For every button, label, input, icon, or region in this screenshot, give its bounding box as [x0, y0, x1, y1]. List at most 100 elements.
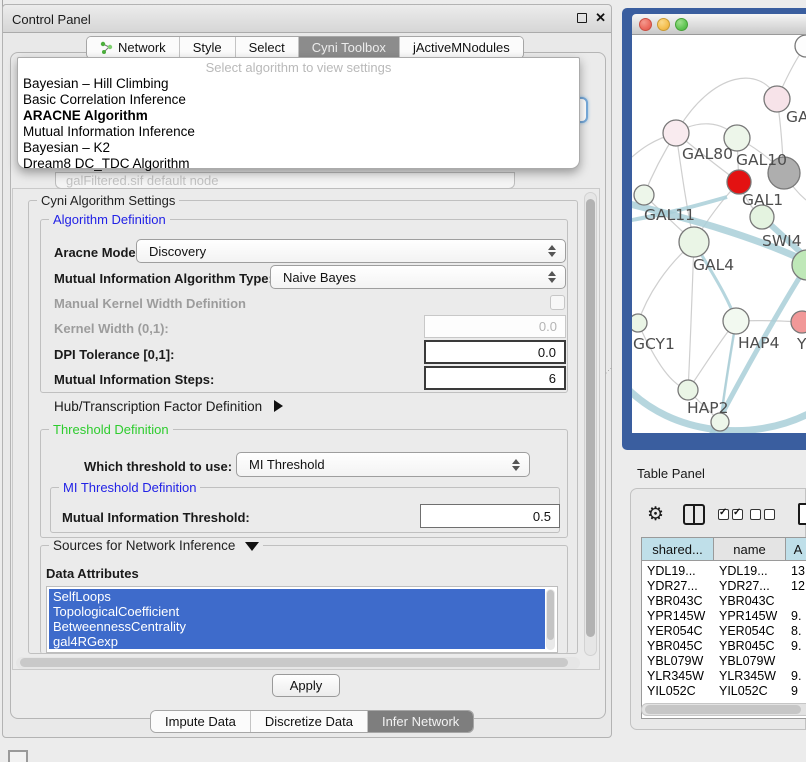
table-cell[interactable]: YER054C: [642, 624, 714, 639]
table-cell[interactable]: 9.: [786, 609, 806, 624]
dpi-tolerance-input[interactable]: 0.0: [424, 340, 566, 364]
table-cell[interactable]: YPR145W: [642, 609, 714, 624]
dropdown-item-dream8[interactable]: Dream8 DC_TDC Algorithm: [22, 156, 575, 172]
table-cell[interactable]: YDR27...: [642, 579, 714, 594]
tab-network[interactable]: Network: [87, 37, 179, 58]
mi-threshold-input[interactable]: 0.5: [420, 504, 560, 528]
tab-discretize-data[interactable]: Discretize Data: [250, 711, 367, 732]
select-all-columns-icon[interactable]: [718, 509, 743, 520]
network-window-titlebar[interactable]: [632, 14, 806, 35]
hub-definition-toggle[interactable]: Hub/Transcription Factor Definition: [54, 399, 283, 414]
tab-jactivemnodules[interactable]: jActiveMNodules: [399, 37, 523, 58]
attribute-item-betweennesscentrality[interactable]: BetweennessCentrality: [49, 619, 545, 634]
node-salmon[interactable]: [791, 311, 806, 333]
tab-style[interactable]: Style: [179, 37, 235, 58]
manual-kernel-checkbox[interactable]: [550, 295, 565, 310]
table-cell[interactable]: YBR043C: [642, 594, 714, 609]
dropdown-item-basic-correlation[interactable]: Basic Correlation Inference: [22, 92, 575, 108]
table-cell[interactable]: YIL052C: [642, 684, 714, 699]
control-panel-titlebar[interactable]: Control Panel ✕: [3, 5, 611, 33]
table-cell[interactable]: 9.: [786, 669, 806, 684]
network-graph[interactable]: GALGAL80GAL10GAL1GAL11SWI4GAL4GCY1HAP4YH…: [632, 35, 806, 433]
gray-edge[interactable]: [676, 78, 777, 133]
table-cell[interactable]: YBL079W: [642, 654, 714, 669]
table-cell[interactable]: [786, 594, 806, 609]
node-gcy1[interactable]: [632, 314, 647, 332]
kernel-width-input[interactable]: 0.0: [424, 315, 566, 338]
tab-cyni-toolbox[interactable]: Cyni Toolbox: [298, 37, 399, 58]
floating-mini-panel[interactable]: [8, 750, 28, 762]
attribute-item-topologicalcoefficient[interactable]: TopologicalCoefficient: [49, 604, 545, 619]
column-header-name[interactable]: name: [714, 538, 786, 561]
table-cell[interactable]: YLR345W: [714, 669, 786, 684]
tab-select[interactable]: Select: [235, 37, 298, 58]
stepper-icon: [548, 245, 556, 257]
gray-edge[interactable]: [638, 323, 688, 390]
panel-splitter-handle[interactable]: ⋰: [605, 370, 609, 377]
table-cell[interactable]: YBR043C: [714, 594, 786, 609]
float-window-icon[interactable]: [577, 13, 587, 23]
tab-impute-data[interactable]: Impute Data: [151, 711, 250, 732]
table-cell[interactable]: YLR345W: [642, 669, 714, 684]
attributes-scrollbar-thumb[interactable]: [547, 590, 554, 640]
table-cell[interactable]: YDL19...: [642, 564, 714, 579]
dropdown-item-aracne[interactable]: ARACNE Algorithm: [22, 108, 575, 124]
settings-horizontal-scrollbar[interactable]: [16, 657, 580, 669]
sources-legend[interactable]: Sources for Network Inference: [49, 538, 263, 553]
column-header-shared-name[interactable]: shared...: [642, 538, 714, 561]
table-cell[interactable]: 13: [786, 564, 806, 579]
table-cell[interactable]: 8.: [786, 624, 806, 639]
tab-infer-network[interactable]: Infer Network: [367, 711, 473, 732]
attribute-item-gal4rgexp[interactable]: gal4RGexp: [49, 634, 545, 649]
table-cell[interactable]: YDR27...: [714, 579, 786, 594]
node-hap2[interactable]: [678, 380, 698, 400]
table-cell[interactable]: 9: [786, 684, 806, 699]
deselect-all-columns-icon[interactable]: [750, 509, 775, 520]
table-cell[interactable]: YDL19...: [714, 564, 786, 579]
mi-steps-input[interactable]: 6: [424, 366, 566, 390]
table-cell[interactable]: YIL052C: [714, 684, 786, 699]
minimize-window-button[interactable]: [657, 18, 670, 31]
dropdown-item-bayesian-k2[interactable]: Bayesian – K2: [22, 140, 575, 156]
dropdown-item-bayesian-hill-climbing[interactable]: Bayesian – Hill Climbing: [22, 76, 575, 92]
data-attributes-list[interactable]: SelfLoops TopologicalCoefficient Between…: [46, 586, 558, 653]
close-window-button[interactable]: [639, 18, 652, 31]
attribute-item-selfloops[interactable]: SelfLoops: [49, 589, 545, 604]
table-cell[interactable]: YBR045C: [714, 639, 786, 654]
node-hap4[interactable]: [723, 308, 749, 334]
attributes-scrollbar[interactable]: [546, 589, 555, 650]
table-hscroll-thumb[interactable]: [645, 705, 801, 714]
network-canvas[interactable]: GALGAL80GAL10GAL1GAL11SWI4GAL4GCY1HAP4YH…: [632, 35, 806, 433]
settings-hscroll-thumb[interactable]: [20, 658, 568, 667]
which-threshold-combo[interactable]: MI Threshold: [236, 452, 530, 477]
new-column-icon[interactable]: [798, 503, 806, 525]
zoom-window-button[interactable]: [675, 18, 688, 31]
table-cell[interactable]: YER054C: [714, 624, 786, 639]
table-cell[interactable]: [786, 654, 806, 669]
node-top-right[interactable]: [795, 35, 806, 57]
table-cell[interactable]: 12: [786, 579, 806, 594]
threshold-definition-legend: Threshold Definition: [49, 422, 173, 437]
node-gal80[interactable]: [663, 120, 689, 146]
table-cell[interactable]: YPR145W: [714, 609, 786, 624]
table-cell[interactable]: YBR045C: [642, 639, 714, 654]
node-gal4[interactable]: [679, 227, 709, 257]
gear-icon[interactable]: ⚙: [647, 505, 664, 524]
split-columns-icon[interactable]: [683, 504, 705, 525]
settings-vscroll-thumb[interactable]: [586, 199, 595, 637]
control-panel-title: Control Panel: [12, 12, 91, 27]
table-cell[interactable]: 9.: [786, 639, 806, 654]
dropdown-item-mutual-information[interactable]: Mutual Information Inference: [22, 124, 575, 140]
table-cell[interactable]: YBL079W: [714, 654, 786, 669]
aracne-mode-combo[interactable]: Discovery: [136, 239, 566, 263]
mi-type-combo[interactable]: Naive Bayes: [270, 265, 566, 289]
settings-vertical-scrollbar[interactable]: [584, 192, 597, 656]
table-horizontal-scrollbar[interactable]: [641, 703, 806, 716]
network-table-combo[interactable]: galFiltered.sif default node: [55, 172, 515, 189]
close-icon[interactable]: ✕: [595, 10, 606, 26]
checked-box-icon: [732, 509, 743, 520]
network-view-window[interactable]: GALGAL80GAL10GAL1GAL11SWI4GAL4GCY1HAP4YH…: [622, 8, 806, 450]
apply-button[interactable]: Apply: [272, 674, 340, 697]
column-header-partial[interactable]: A: [786, 538, 806, 561]
node-gal11[interactable]: [634, 185, 654, 205]
